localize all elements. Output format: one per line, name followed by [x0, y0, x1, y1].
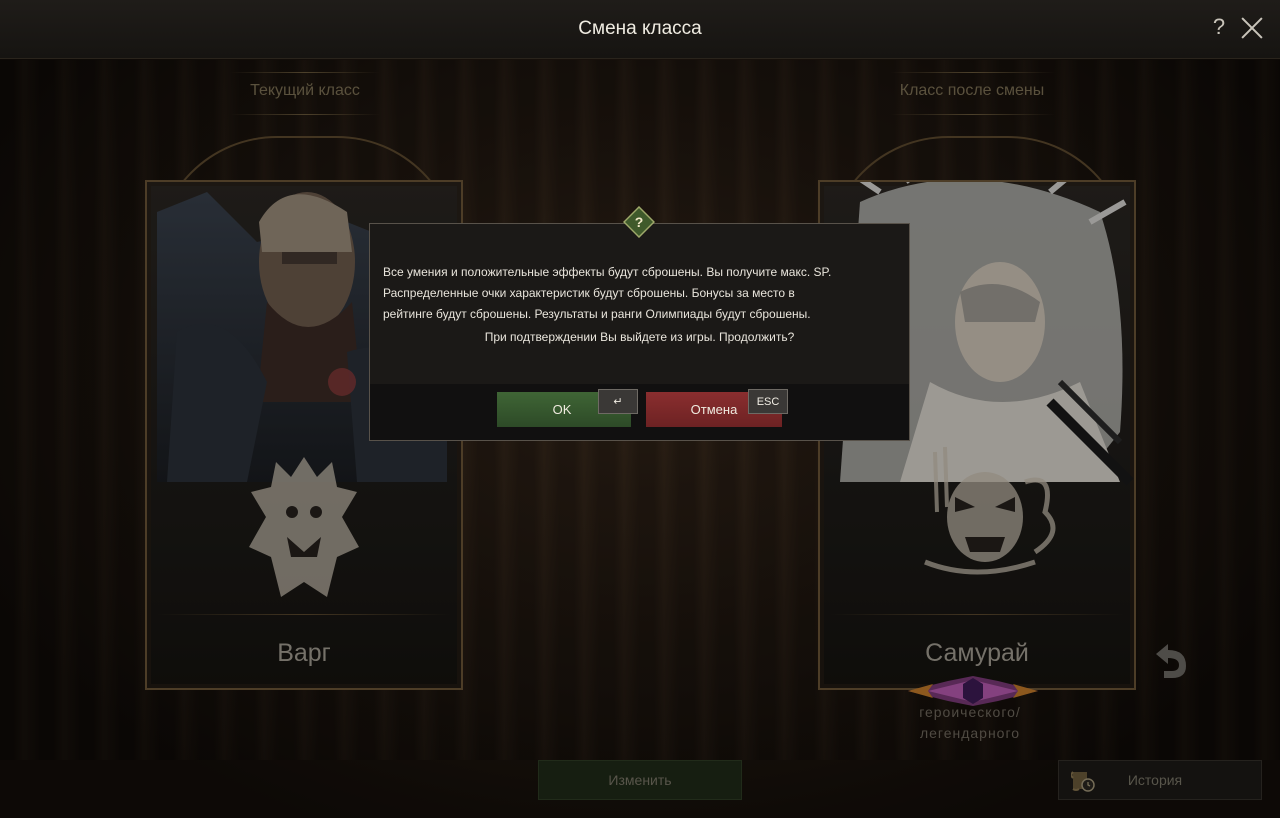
window-title: Смена класса: [578, 18, 702, 39]
dialog-question: При подтверждении Вы выйдете из игры. Пр…: [484, 330, 795, 344]
dialog-message-line: рейтинге будут сброшены. Результаты и ра…: [383, 307, 811, 321]
question-icon: ?: [623, 206, 655, 238]
svg-text:?: ?: [635, 214, 644, 230]
class-change-window: Смена класса ? Текущий класс Класс после…: [0, 0, 1280, 818]
close-icon[interactable]: [1240, 16, 1264, 40]
enter-key-hint: ↵: [598, 389, 638, 414]
dialog-footer: [370, 384, 909, 440]
dialog-message: Все умения и положительные эффекты будут…: [383, 262, 903, 325]
title-bar: Смена класса ?: [0, 0, 1280, 59]
help-icon[interactable]: ?: [1208, 14, 1230, 42]
dialog-message-line: Все умения и положительные эффекты будут…: [383, 265, 832, 279]
dialog-message-line: Распределенные очки характеристик будут …: [383, 286, 795, 300]
esc-key-hint: ESC: [748, 389, 788, 414]
